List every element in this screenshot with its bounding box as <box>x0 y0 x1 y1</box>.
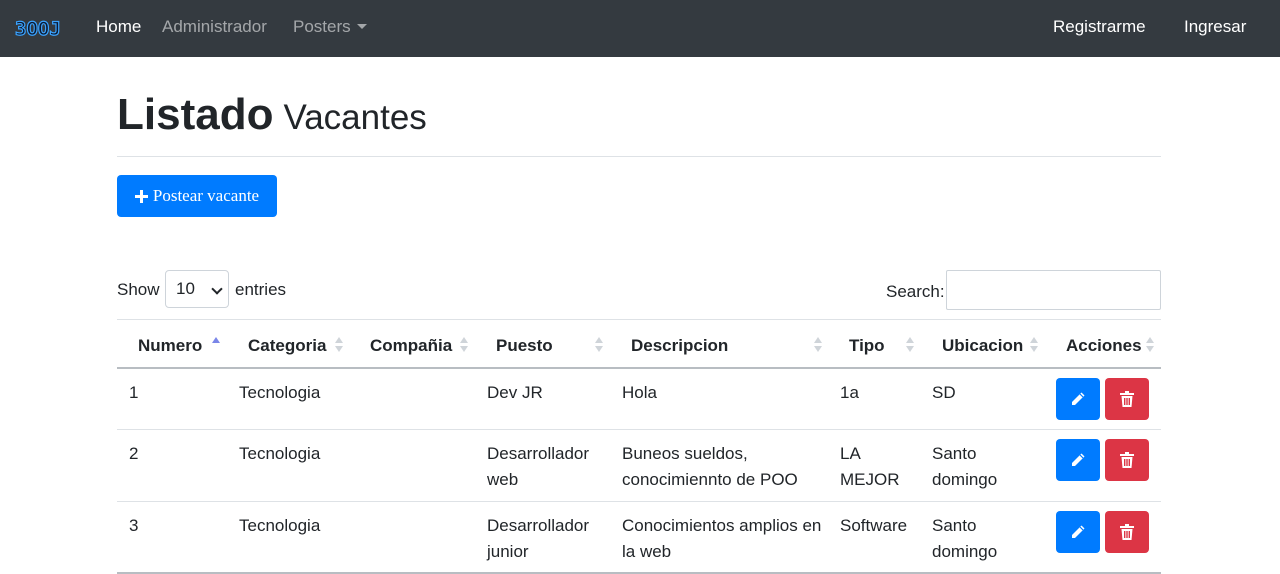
table-header-top-border <box>117 319 1161 320</box>
delete-button[interactable] <box>1105 511 1149 553</box>
th-tipo[interactable]: Tipo <box>849 335 885 357</box>
nav-ingresar[interactable]: Ingresar <box>1184 16 1246 38</box>
entries-label: entries <box>235 280 287 299</box>
cell-ubicacion: Santo domingo <box>932 444 998 489</box>
edit-button[interactable] <box>1056 378 1100 420</box>
trash-icon <box>1120 524 1134 540</box>
th-ubicacion[interactable]: Ubicacion <box>942 335 1023 357</box>
row-divider <box>117 501 1161 502</box>
sort-icon <box>906 336 914 354</box>
cell-tipo: Software <box>840 516 908 535</box>
row-divider <box>117 429 1161 430</box>
cell-puesto: Dev JR <box>487 383 543 402</box>
cell-descripcion: Hola <box>622 383 657 402</box>
edit-button[interactable] <box>1056 511 1100 553</box>
navbar: 3OOJ Home Administrador Posters Registra… <box>0 0 1280 57</box>
cell-ubicacion: SD <box>932 383 956 402</box>
sort-icon <box>595 336 603 354</box>
th-puesto[interactable]: Puesto <box>496 335 553 357</box>
nav-home[interactable]: Home <box>96 16 141 38</box>
caret-down-icon <box>356 24 367 29</box>
th-descripcion[interactable]: Descripcion <box>631 335 728 357</box>
delete-button[interactable] <box>1105 439 1149 481</box>
cell-puesto: Desarrollador junior <box>487 516 590 561</box>
pencil-icon <box>1072 392 1085 405</box>
pencil-icon <box>1072 525 1085 538</box>
cell-puesto: Desarrollador web <box>487 444 590 489</box>
th-compania[interactable]: Compañia <box>370 335 452 357</box>
th-categoria[interactable]: Categoria <box>248 335 326 357</box>
cell-descripcion: Buneos sueldos, conocimiennto de POO <box>622 444 798 489</box>
cell-numero: 2 <box>129 444 139 463</box>
post-vacancy-button[interactable]: Postear vacante <box>117 175 277 217</box>
nav-posters-dropdown[interactable]: Posters <box>293 16 367 38</box>
brand-logo[interactable]: 3OOJ <box>14 17 61 41</box>
cell-ubicacion: Santo domingo <box>932 516 998 561</box>
cell-tipo: 1a <box>840 383 859 402</box>
cell-descripcion: Conocimientos amplios en la web <box>622 516 822 561</box>
sort-icon <box>460 336 468 354</box>
divider <box>117 156 1161 157</box>
page-title-sub: Vacantes <box>283 98 427 137</box>
sort-icon <box>1146 336 1154 354</box>
sort-icon <box>814 336 822 354</box>
cell-numero: 1 <box>129 383 139 402</box>
cell-tipo: LA MEJOR <box>840 444 900 489</box>
sort-icon <box>335 336 343 354</box>
trash-icon <box>1120 391 1134 407</box>
show-label: Show <box>117 280 160 299</box>
th-acciones[interactable]: Acciones <box>1066 335 1142 357</box>
post-vacancy-label: Postear vacante <box>152 186 260 205</box>
search-label: Search: <box>886 282 945 301</box>
nav-administrador[interactable]: Administrador <box>162 16 267 38</box>
cell-categoria: Tecnologia <box>239 383 321 402</box>
chevron-down-icon <box>211 283 223 295</box>
sort-icon <box>1030 336 1038 354</box>
table-header-bottom-border <box>117 367 1161 369</box>
page-title: Listado Vacantes <box>117 88 427 145</box>
entries-select[interactable]: 10 <box>165 270 229 308</box>
nav-registrarme[interactable]: Registrarme <box>1053 16 1146 38</box>
delete-button[interactable] <box>1105 378 1149 420</box>
plus-icon <box>134 189 148 203</box>
cell-categoria: Tecnologia <box>239 516 321 535</box>
pencil-icon <box>1072 453 1085 466</box>
nav-posters-label: Posters <box>293 17 351 36</box>
trash-icon <box>1120 452 1134 468</box>
sort-asc-icon <box>212 336 220 354</box>
edit-button[interactable] <box>1056 439 1100 481</box>
cell-categoria: Tecnologia <box>239 444 321 463</box>
th-numero[interactable]: Numero <box>138 335 202 357</box>
search-input[interactable] <box>946 270 1161 310</box>
entries-select-value: 10 <box>176 279 195 298</box>
page-title-main: Listado <box>117 90 274 139</box>
cell-numero: 3 <box>129 516 139 535</box>
